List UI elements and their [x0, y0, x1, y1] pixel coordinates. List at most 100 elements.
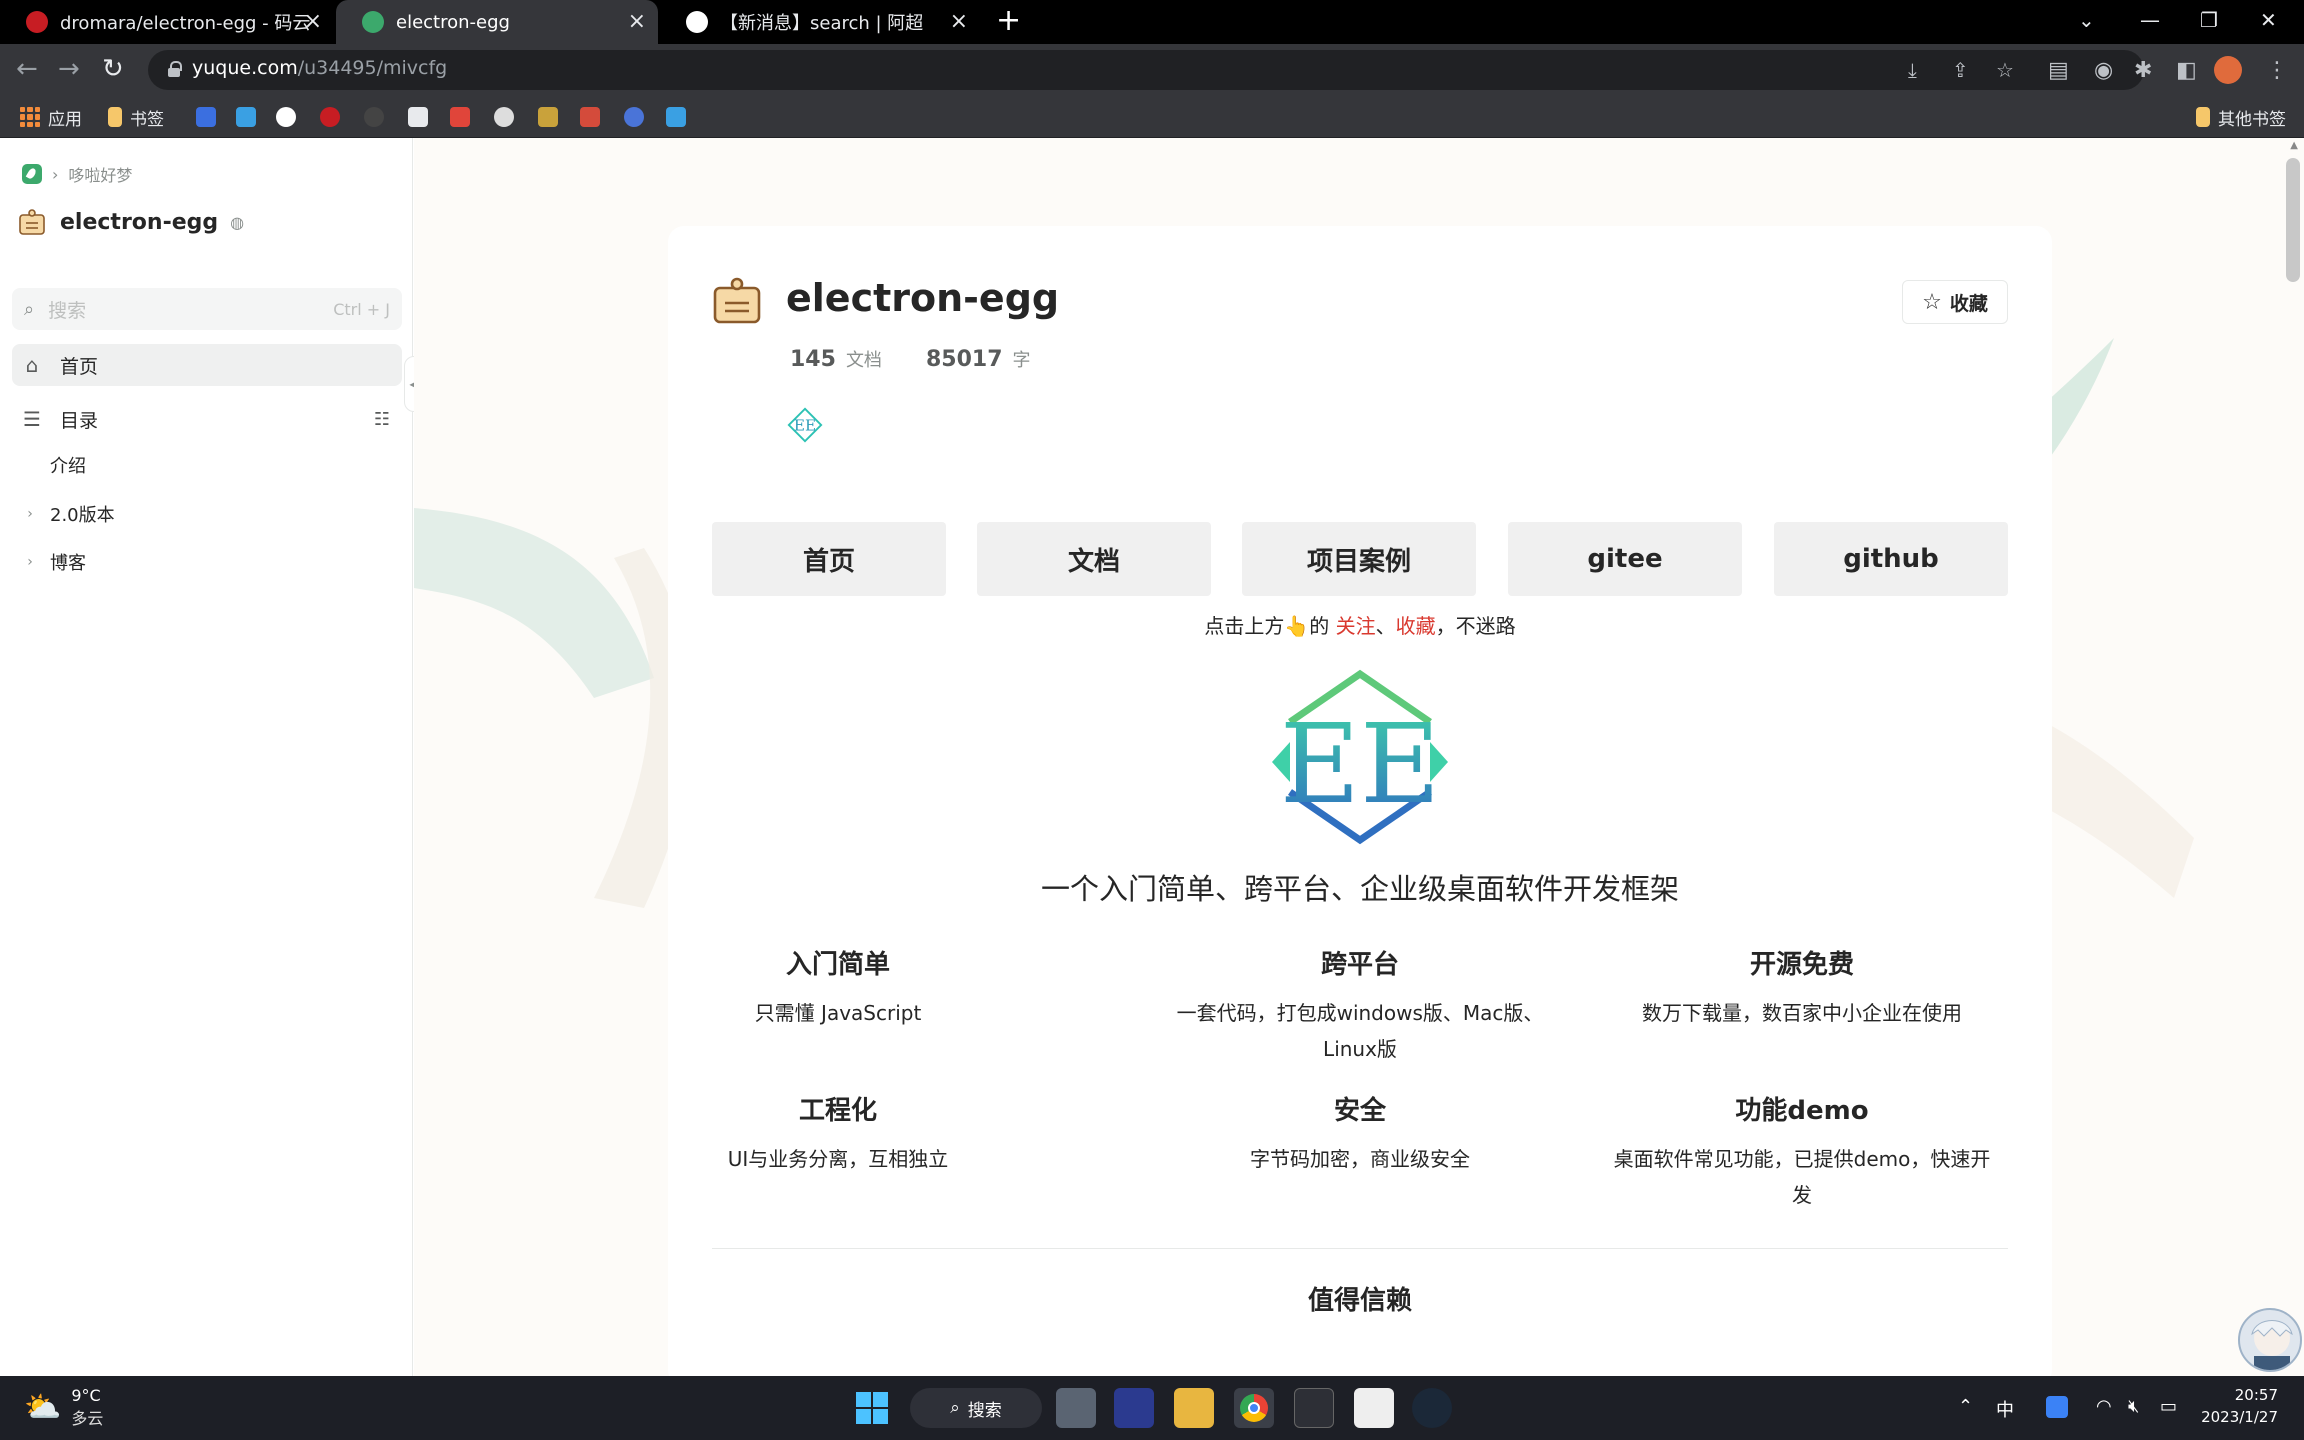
- reading-mode-icon[interactable]: ▤: [2048, 58, 2069, 83]
- juejin-bookmark-icon[interactable]: [408, 105, 436, 129]
- close-tab-icon[interactable]: ×: [304, 10, 322, 34]
- extensions-icon[interactable]: ✱: [2134, 58, 2152, 83]
- typora-icon[interactable]: [1354, 1388, 1394, 1428]
- feature-desc: 字节码加密，商业级安全: [1250, 1147, 1470, 1171]
- bookmarks-bar: 应用 书签 其他书签: [0, 96, 2304, 138]
- chevron-right-icon[interactable]: ›: [20, 554, 40, 570]
- bookmark-star-icon[interactable]: ☆: [1996, 58, 2014, 82]
- taskbar-search-button[interactable]: ⌕ 搜索: [910, 1388, 1042, 1428]
- other-bookmarks[interactable]: 其他书签: [2196, 105, 2286, 130]
- sidebar-item-home[interactable]: ⌂ 首页: [12, 344, 402, 386]
- feature-desc: 一套代码，打包成windows版、Mac版、Linux版: [1176, 1001, 1544, 1061]
- minimize-icon[interactable]: —: [2140, 8, 2160, 32]
- forward-icon[interactable]: →: [58, 54, 80, 84]
- install-app-icon[interactable]: ⤓: [1908, 58, 1917, 82]
- mail-bookmark-icon[interactable]: [624, 105, 652, 129]
- close-tab-icon[interactable]: ×: [950, 10, 968, 34]
- system-clock[interactable]: 20:57 2023/1/27: [2201, 1384, 2278, 1428]
- sidebar-item-label: 目录: [60, 409, 99, 432]
- chrome-icon[interactable]: [1234, 1388, 1274, 1428]
- nav-docs-button[interactable]: 文档: [977, 522, 1211, 596]
- breadcrumb: › 哆啦好梦: [22, 162, 132, 186]
- new-tab-icon[interactable]: +: [996, 6, 1021, 36]
- jetbrains-ide-icon[interactable]: [1114, 1388, 1154, 1428]
- electron-egg-logo-small[interactable]: EE: [786, 406, 824, 444]
- book-name[interactable]: electron-egg: [60, 210, 218, 235]
- toc-item-v2[interactable]: › 2.0版本: [20, 501, 114, 527]
- ime-indicator[interactable]: 中: [1996, 1396, 2014, 1422]
- tab-search-chevron-icon[interactable]: ⌄: [2078, 8, 2095, 32]
- task-view-icon[interactable]: [1056, 1388, 1096, 1428]
- github-bookmark-icon[interactable]: [276, 105, 304, 129]
- search-shortcut: Ctrl + J: [333, 299, 390, 319]
- start-button[interactable]: [852, 1388, 892, 1428]
- back-icon[interactable]: ←: [16, 54, 38, 84]
- flutter-bookmark-icon[interactable]: [538, 105, 566, 129]
- bookmark-folder[interactable]: 书签: [108, 105, 164, 130]
- bilibili-bookmark-icon[interactable]: [236, 105, 264, 129]
- wifi-icon[interactable]: ◠: [2096, 1396, 2112, 1417]
- tray-app-icon[interactable]: [2046, 1396, 2068, 1418]
- sidebar-search-input[interactable]: ⌕ 搜索 Ctrl + J: [12, 288, 402, 330]
- bookmark-apps[interactable]: 应用: [20, 105, 82, 130]
- profile-avatar[interactable]: [2214, 56, 2242, 84]
- site-bookmark-icon[interactable]: [364, 105, 392, 129]
- nav-cases-button[interactable]: 项目案例: [1242, 522, 1476, 596]
- tab-gitee[interactable]: dromara/electron-egg - 码云 - ×: [0, 0, 334, 44]
- feature-engineering: 工程化 UI与业务分离，互相独立: [618, 1090, 1058, 1177]
- yuque-logo-icon[interactable]: [22, 164, 42, 184]
- steam-icon[interactable]: [1412, 1388, 1452, 1428]
- scroll-up-icon[interactable]: ▲: [2290, 140, 2298, 151]
- assistant-avatar[interactable]: [2238, 1308, 2302, 1372]
- nav-github-button[interactable]: github: [1774, 522, 2008, 596]
- toc-item-blog[interactable]: › 博客: [20, 549, 86, 575]
- volume-muted-icon[interactable]: 🔇︎: [2128, 1396, 2139, 1417]
- close-window-icon[interactable]: ✕: [2260, 8, 2277, 32]
- restore-icon[interactable]: ❐: [2200, 8, 2218, 32]
- feature-security: 安全 字节码加密，商业级安全: [1140, 1090, 1580, 1177]
- follow-hint: 点击上方👆的 关注、收藏，不迷路: [1204, 614, 1516, 638]
- rabbit-bookmark-icon[interactable]: [494, 105, 522, 129]
- tab-title: 【新消息】search | 阿超: [720, 13, 924, 34]
- tab-electron-egg[interactable]: electron-egg ×: [336, 0, 658, 44]
- weather-widget[interactable]: ⛅ 9°C 多云: [24, 1386, 103, 1429]
- more-menu-icon[interactable]: ⋮: [2266, 58, 2288, 83]
- bookmark-label: 书签: [130, 109, 164, 130]
- page-scrollbar[interactable]: [2286, 158, 2300, 282]
- sidebar-item-toc[interactable]: ☰ 目录 ☷: [12, 398, 402, 440]
- reload-icon[interactable]: ↻: [102, 54, 124, 84]
- rabbit-favicon-icon: [686, 11, 708, 33]
- feature-desc: 数万下载量，数百家中小企业在使用: [1642, 1001, 1962, 1025]
- file-explorer-icon[interactable]: [1174, 1388, 1214, 1428]
- red-bookmark-icon[interactable]: [450, 105, 478, 129]
- bilibili2-bookmark-icon[interactable]: [666, 105, 694, 129]
- gitee-bookmark-icon[interactable]: [320, 105, 348, 129]
- feature-title: 开源免费: [1749, 950, 1854, 980]
- gmail-bookmark-icon[interactable]: [580, 105, 608, 129]
- baidu-bookmark-icon[interactable]: [196, 105, 224, 129]
- breadcrumb-user[interactable]: 哆啦好梦: [68, 162, 132, 186]
- nav-gitee-button[interactable]: gitee: [1508, 522, 1742, 596]
- favorite-button[interactable]: ☆ 收藏: [1902, 280, 2008, 324]
- side-panel-icon[interactable]: ◧: [2176, 58, 2197, 83]
- feature-desc: 只需懂 JavaScript: [754, 1001, 922, 1025]
- feature-desc: 桌面软件常见功能，已提供demo，快速开发: [1613, 1147, 1991, 1207]
- weather-temperature: 9°C: [71, 1386, 101, 1405]
- toc-menu-icon[interactable]: ☷: [374, 409, 390, 430]
- divider: [712, 1248, 2008, 1249]
- close-tab-icon[interactable]: ×: [628, 10, 646, 34]
- nav-home-button[interactable]: 首页: [712, 522, 946, 596]
- toc-item-intro[interactable]: 介绍: [50, 452, 86, 478]
- url-text[interactable]: yuque.com/u34495/mivcfg: [192, 57, 447, 79]
- tab-search[interactable]: 【新消息】search | 阿超 ×: [660, 0, 980, 44]
- share-icon[interactable]: ⇪: [1952, 58, 1969, 82]
- browser-tab-strip: dromara/electron-egg - 码云 - × electron-e…: [0, 0, 2304, 44]
- chevron-right-icon[interactable]: ›: [20, 506, 40, 522]
- feature-title: 跨平台: [1320, 950, 1399, 980]
- address-bar[interactable]: yuque.com/u34495/mivcfg ⤓ ⇪ ☆: [148, 50, 2144, 90]
- tray-overflow-icon[interactable]: ⌃: [1958, 1396, 1973, 1417]
- feature-open-source: 开源免费 数万下载量，数百家中小企业在使用: [1582, 944, 2022, 1031]
- battery-icon[interactable]: ▭: [2160, 1396, 2177, 1417]
- extension-badge-icon[interactable]: ◉: [2094, 58, 2113, 83]
- terminal-icon[interactable]: [1294, 1388, 1334, 1428]
